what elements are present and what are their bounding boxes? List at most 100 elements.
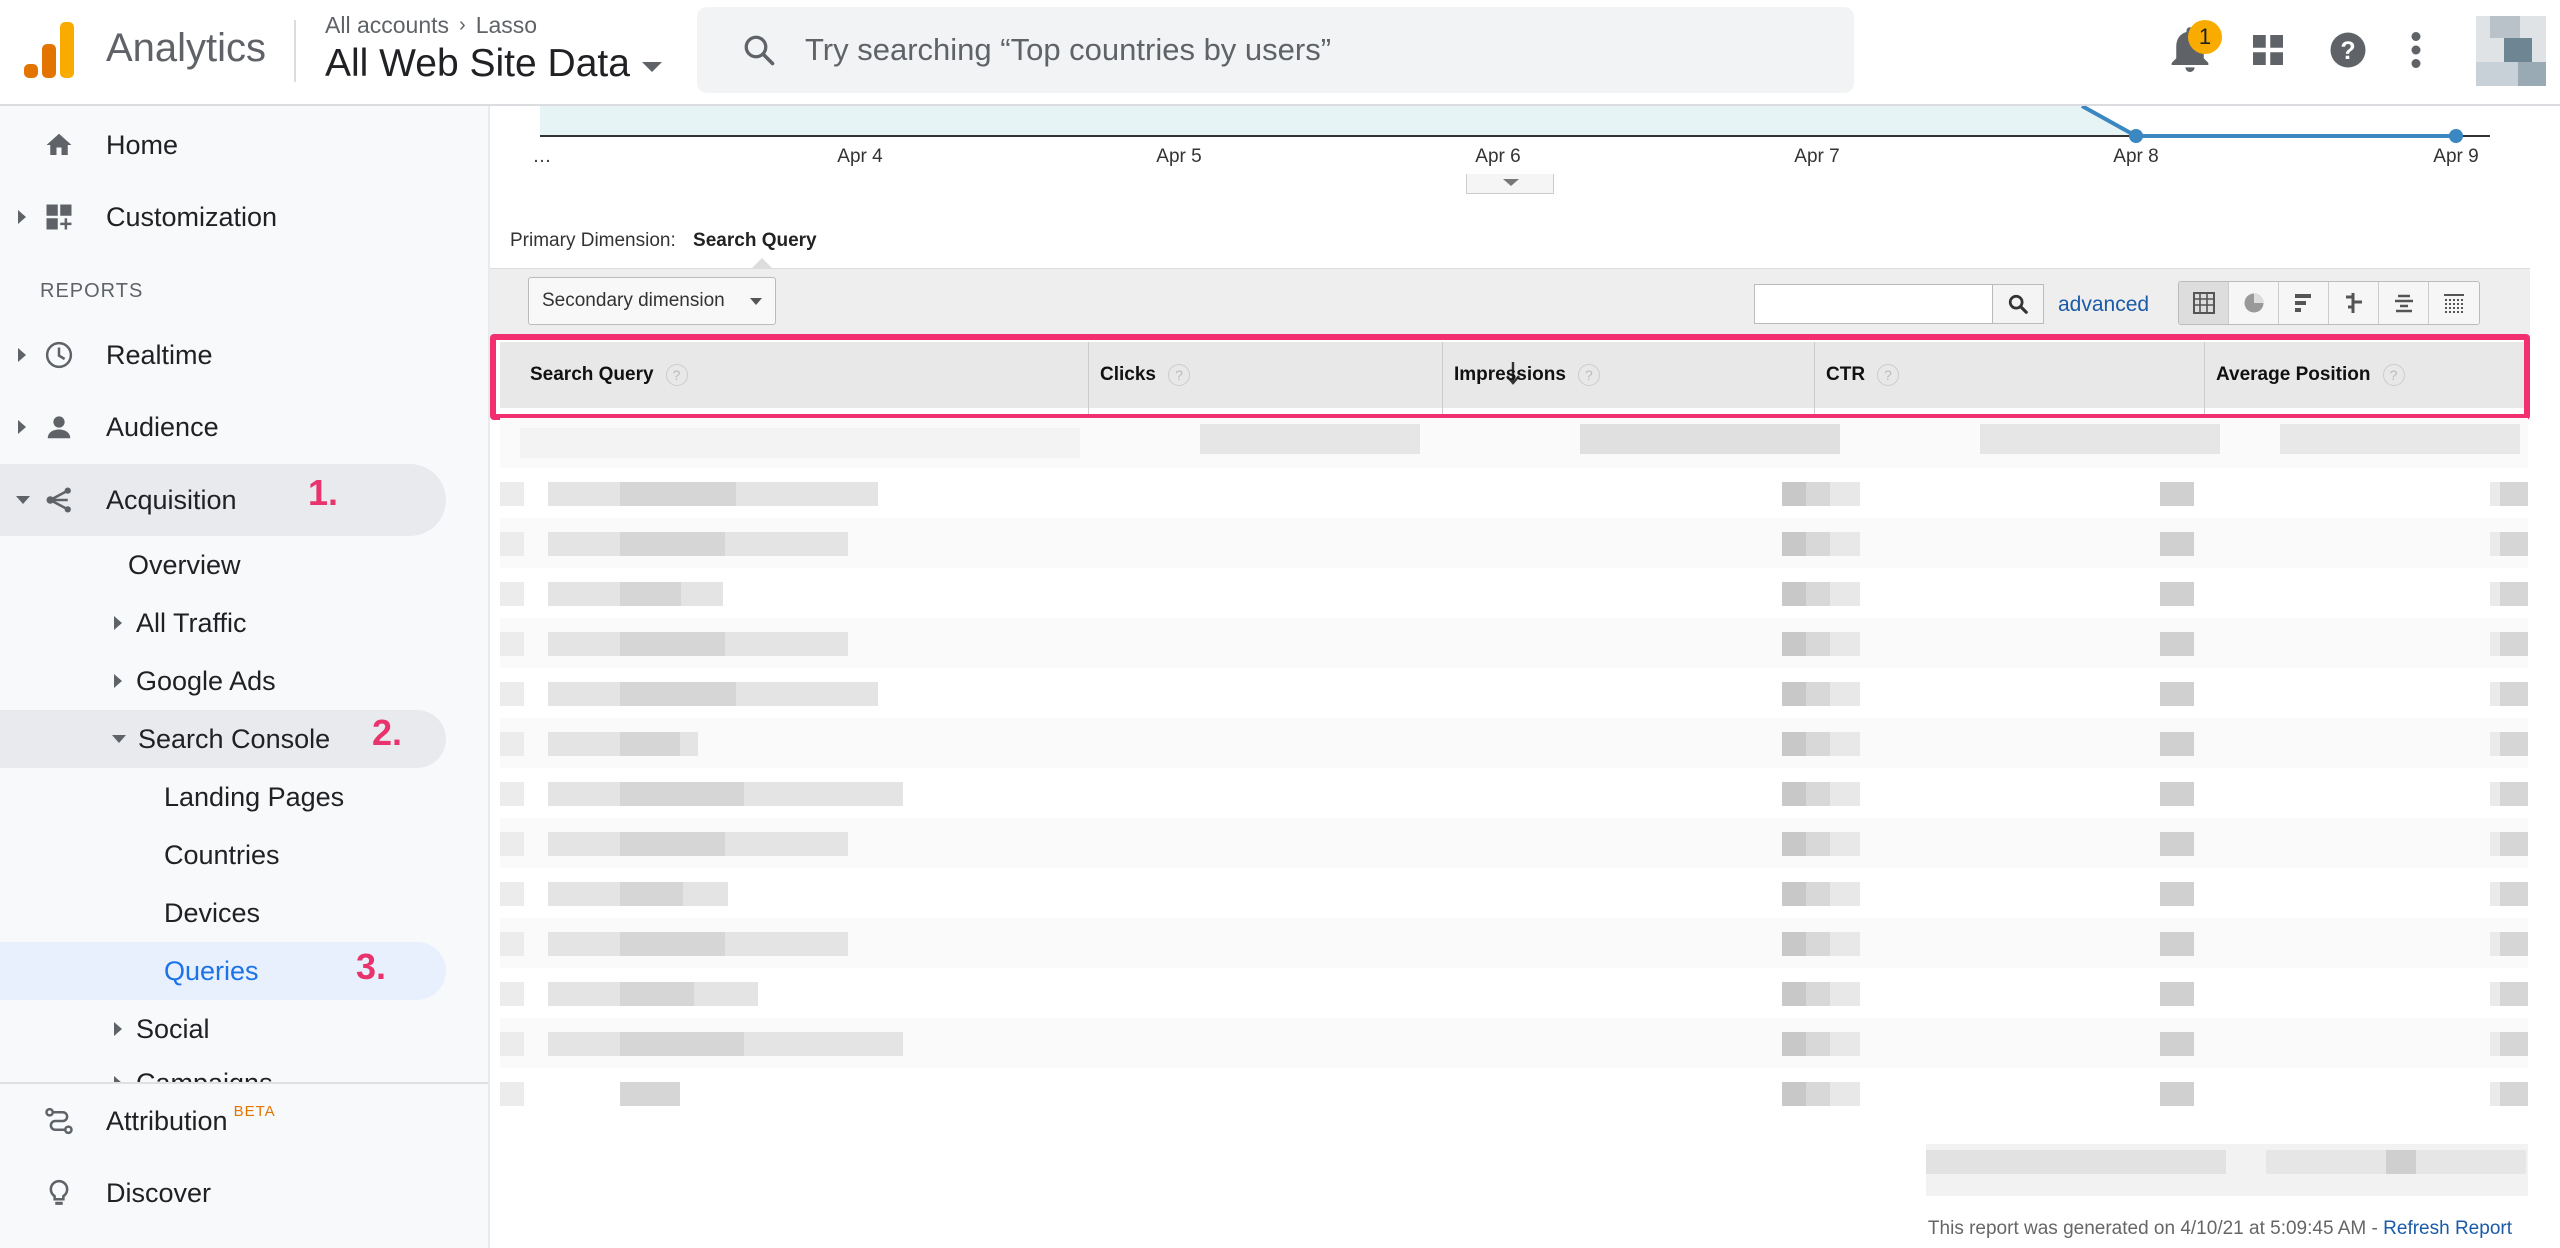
sidebar-item-label: Queries — [164, 955, 259, 986]
sidebar-item-label: Audience — [106, 411, 219, 442]
table-row[interactable] — [500, 618, 2528, 668]
generated-timestamp: This report was generated on 4/10/21 at … — [1927, 1218, 2384, 1239]
term-cloud-view-button[interactable] — [2379, 282, 2429, 324]
redacted-cell — [2160, 682, 2194, 706]
redacted-cell — [2160, 482, 2194, 506]
table-row[interactable] — [500, 868, 2528, 918]
sidebar-item-home[interactable]: Home — [0, 110, 446, 180]
redacted-cell — [2490, 632, 2500, 656]
sidebar-item-landing-pages[interactable]: Landing Pages — [164, 768, 344, 826]
table-filter-input[interactable] — [1754, 284, 1994, 324]
view-selector[interactable]: All Web Site Data — [325, 42, 662, 86]
column-header-ctr[interactable]: CTR ? — [1826, 342, 1900, 408]
sidebar-item-social[interactable]: Social — [114, 1000, 210, 1058]
redacted-cell — [1782, 1032, 1806, 1056]
sidebar-item-all-traffic[interactable]: All Traffic — [114, 594, 247, 652]
sidebar-item-customization[interactable]: Customization — [0, 182, 446, 252]
redacted-cell — [500, 632, 524, 656]
sidebar-item-google-ads[interactable]: Google Ads — [114, 652, 276, 710]
sidebar-item-queries[interactable]: Queries — [164, 942, 259, 1000]
redacted-cell — [2500, 982, 2528, 1006]
primary-dimension-value[interactable]: Search Query — [693, 230, 817, 251]
column-label: CTR — [1826, 364, 1866, 385]
sidebar-item-discover[interactable]: Discover — [0, 1158, 446, 1228]
table-row[interactable] — [500, 1018, 2528, 1068]
help-tooltip-icon[interactable]: ? — [1167, 364, 1190, 386]
svg-text:?: ? — [2340, 37, 2355, 65]
filter-search-button[interactable] — [1992, 284, 2044, 324]
table-row[interactable] — [500, 968, 2528, 1018]
sidebar-item-acquisition[interactable]: Acquisition — [0, 465, 446, 535]
sidebar-item-label: Countries — [164, 839, 280, 870]
column-header-impressions[interactable]: Impressions ? — [1454, 342, 1600, 408]
sidebar-item-realtime[interactable]: Realtime — [0, 320, 446, 390]
table-row[interactable] — [500, 718, 2528, 768]
redacted-cell — [620, 782, 745, 806]
table-row[interactable] — [500, 818, 2528, 868]
apps-button[interactable] — [2250, 20, 2286, 80]
help-tooltip-icon[interactable]: ? — [665, 364, 688, 386]
performance-view-button[interactable] — [2279, 282, 2329, 324]
account-breadcrumb[interactable]: All accounts › Lasso — [325, 12, 537, 39]
table-row[interactable] — [500, 668, 2528, 718]
secondary-dimension-dropdown[interactable]: Secondary dimension — [528, 277, 776, 325]
redacted-cell — [1782, 482, 1806, 506]
advanced-filter-link[interactable]: advanced — [2058, 293, 2149, 317]
refresh-report-link[interactable]: Refresh Report — [2383, 1218, 2512, 1239]
sidebar-item-attribution[interactable]: Attribution BETA — [0, 1086, 446, 1156]
timeline-chart: … Apr 4 Apr 5 Apr 6 Apr 7 Apr 8 Apr 9 — [490, 106, 2560, 206]
x-tick-label: … — [532, 146, 552, 167]
app-title: Analytics — [106, 26, 267, 70]
analytics-logo[interactable] — [24, 22, 74, 78]
redacted-cell — [500, 582, 524, 606]
table-row[interactable] — [500, 518, 2528, 568]
x-tick-label: Apr 7 — [1794, 146, 1840, 167]
redacted-cell — [1830, 932, 1860, 956]
table-row[interactable] — [500, 568, 2528, 618]
sidebar-divider — [0, 1082, 488, 1084]
table-row[interactable] — [500, 918, 2528, 968]
sidebar-item-overview[interactable]: Overview — [128, 536, 241, 594]
column-header-search-query[interactable]: Search Query ? — [530, 342, 688, 408]
sidebar-item-campaigns[interactable]: Campaigns — [114, 1058, 273, 1082]
table-row[interactable] — [500, 468, 2528, 518]
sidebar-item-search-console[interactable]: Search Console — [112, 710, 330, 768]
redacted-cell — [1782, 832, 1806, 856]
redacted-cell — [1830, 982, 1860, 1006]
x-tick-label: Apr 6 — [1475, 146, 1521, 167]
term-cloud-icon — [2394, 294, 2413, 313]
view-name: All Web Site Data — [325, 42, 630, 85]
sidebar-item-label: Realtime — [106, 339, 213, 370]
chart-point-apr9[interactable] — [2449, 129, 2463, 143]
help-tooltip-icon[interactable]: ? — [1577, 364, 1600, 386]
sidebar-nav: Home Customization REPORTS Realtime Audi… — [0, 106, 490, 1248]
redacted-cell — [1830, 782, 1860, 806]
avatar[interactable] — [2476, 16, 2546, 86]
lightbulb-icon — [42, 1176, 76, 1210]
column-header-clicks[interactable]: Clicks ? — [1100, 342, 1520, 408]
help-button[interactable]: ? — [2328, 20, 2368, 80]
more-options-button[interactable] — [2410, 20, 2422, 80]
chart-point-apr8[interactable] — [2129, 129, 2143, 143]
help-tooltip-icon[interactable]: ? — [2382, 364, 2405, 386]
column-separator — [1088, 342, 1089, 418]
help-tooltip-icon[interactable]: ? — [1877, 364, 1900, 386]
expand-arrow-icon — [18, 210, 26, 224]
column-label: Impressions — [1454, 364, 1566, 385]
sidebar-item-devices[interactable]: Devices — [164, 884, 260, 942]
table-row[interactable] — [500, 1068, 2528, 1118]
chart-collapse-handle[interactable] — [1466, 174, 1554, 194]
search-input[interactable] — [805, 32, 1805, 68]
search-bar[interactable] — [697, 7, 1854, 93]
data-table-view-button[interactable] — [2179, 282, 2229, 324]
redacted-cell — [2160, 582, 2194, 606]
comparison-view-button[interactable] — [2329, 282, 2379, 324]
table-row[interactable] — [500, 768, 2528, 818]
percentage-view-button[interactable] — [2229, 282, 2279, 324]
column-header-average-position[interactable]: Average Position ? — [2216, 342, 2405, 408]
sidebar-item-audience[interactable]: Audience — [0, 392, 446, 462]
table-row[interactable] — [500, 418, 2528, 468]
sidebar-item-label: All Traffic — [136, 607, 247, 638]
sidebar-item-countries[interactable]: Countries — [164, 826, 280, 884]
pivot-view-button[interactable] — [2429, 282, 2479, 324]
